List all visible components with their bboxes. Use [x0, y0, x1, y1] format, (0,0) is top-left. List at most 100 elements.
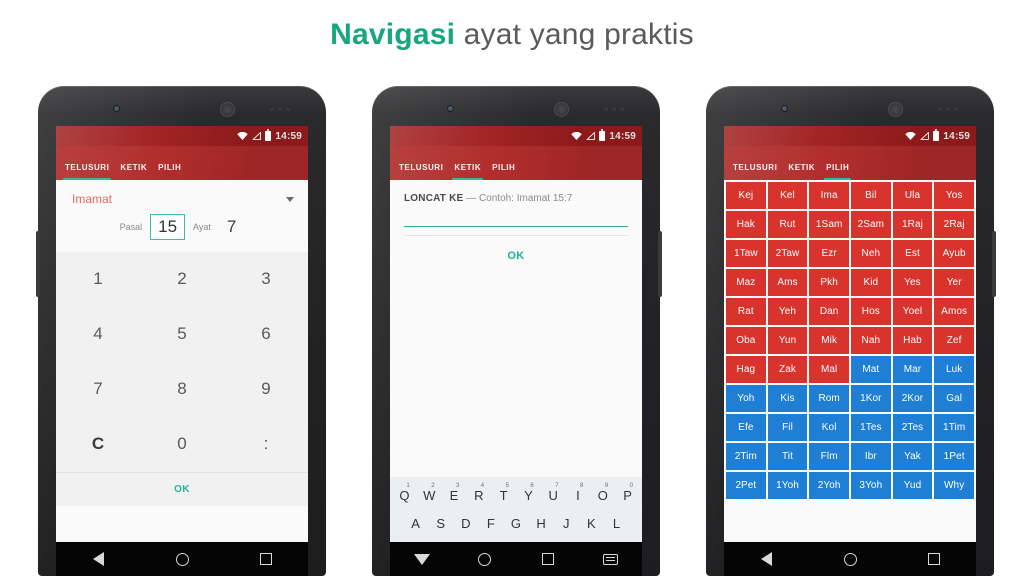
book-tile[interactable]: Yeh — [767, 298, 808, 325]
keypad-key-4[interactable]: 4 — [56, 307, 140, 362]
book-tile[interactable]: Ezr — [809, 240, 849, 267]
key-u[interactable]: 7U — [541, 483, 566, 503]
book-selector[interactable]: Imamat — [56, 180, 308, 210]
keypad-key-6[interactable]: 6 — [224, 307, 308, 362]
book-tile[interactable]: 1Taw — [726, 240, 766, 267]
keypad-key-5[interactable]: 5 — [140, 307, 224, 362]
book-tile[interactable]: 1Raj — [892, 211, 933, 238]
book-tile[interactable]: 3Yoh — [851, 472, 891, 499]
book-tile[interactable]: Tit — [767, 443, 808, 470]
book-tile[interactable]: 1Sam — [809, 211, 849, 238]
tab-ketik[interactable]: KETIK — [452, 163, 492, 180]
book-tile[interactable]: Zak — [767, 356, 808, 383]
book-tile[interactable]: Flm — [809, 443, 849, 470]
book-tile[interactable]: Mal — [809, 356, 849, 383]
book-tile[interactable]: 2Sam — [851, 211, 891, 238]
key-a[interactable]: A — [403, 516, 428, 531]
tab-telusuri[interactable]: TELUSURI — [733, 163, 788, 180]
book-tile[interactable]: Mik — [809, 327, 849, 354]
keypad-key-8[interactable]: 8 — [140, 362, 224, 417]
book-tile[interactable]: Gal — [934, 385, 974, 412]
book-tile[interactable]: 1Yoh — [767, 472, 808, 499]
book-tile[interactable]: Ams — [767, 269, 808, 296]
reference-text-input[interactable] — [404, 226, 628, 227]
nav-hide-keyboard-button[interactable] — [390, 553, 453, 565]
book-tile[interactable]: Neh — [851, 240, 891, 267]
book-tile[interactable]: Bil — [851, 182, 891, 209]
book-tile[interactable]: Hab — [892, 327, 933, 354]
book-tile[interactable]: Rom — [809, 385, 849, 412]
keypad-key-9[interactable]: 9 — [224, 362, 308, 417]
key-s[interactable]: S — [428, 516, 453, 531]
chapter-input[interactable]: 15 — [150, 214, 186, 240]
book-tile[interactable]: Amos — [934, 298, 974, 325]
book-tile[interactable]: Ula — [892, 182, 933, 209]
book-tile[interactable]: Rat — [726, 298, 766, 325]
book-tile[interactable]: 2Kor — [892, 385, 933, 412]
key-q[interactable]: 1Q — [392, 483, 417, 503]
tab-telusuri[interactable]: TELUSURI — [62, 163, 120, 180]
book-tile[interactable]: Ayub — [934, 240, 974, 267]
chevron-down-icon[interactable] — [286, 196, 294, 202]
volume-button-3[interactable] — [992, 231, 996, 297]
book-tile[interactable]: Kej — [726, 182, 766, 209]
keypad-key-1[interactable]: 1 — [56, 252, 140, 307]
key-r[interactable]: 4R — [466, 483, 491, 503]
key-o[interactable]: 9O — [590, 483, 615, 503]
key-l[interactable]: L — [604, 516, 629, 531]
key-i[interactable]: 8I — [566, 483, 591, 503]
book-tile[interactable]: Yoh — [726, 385, 766, 412]
nav-back-button[interactable] — [56, 552, 140, 566]
keypad-key-3[interactable]: 3 — [224, 252, 308, 307]
book-tile[interactable]: 1Tes — [851, 414, 891, 441]
book-tile[interactable]: 1Pet — [934, 443, 974, 470]
keypad-key-colon[interactable]: : — [224, 417, 308, 472]
book-tile[interactable]: Mat — [851, 356, 891, 383]
book-tile[interactable]: 1Kor — [851, 385, 891, 412]
nav-recents-button[interactable] — [224, 553, 308, 565]
book-tile[interactable]: 2Raj — [934, 211, 974, 238]
book-tile[interactable]: Pkh — [809, 269, 849, 296]
nav-home-button[interactable] — [453, 552, 516, 566]
keypad-key-2[interactable]: 2 — [140, 252, 224, 307]
key-w[interactable]: 2W — [417, 483, 442, 503]
book-tile[interactable]: Fil — [767, 414, 808, 441]
book-tile[interactable]: Rut — [767, 211, 808, 238]
book-tile[interactable]: Kol — [809, 414, 849, 441]
keypad-key-7[interactable]: 7 — [56, 362, 140, 417]
book-tile[interactable]: Hos — [851, 298, 891, 325]
book-tile[interactable]: 2Pet — [726, 472, 766, 499]
book-tile[interactable]: Ibr — [851, 443, 891, 470]
book-tile[interactable]: 1Tim — [934, 414, 974, 441]
book-tile[interactable]: Yud — [892, 472, 933, 499]
book-tile[interactable]: Yes — [892, 269, 933, 296]
book-tile[interactable]: 2Yoh — [809, 472, 849, 499]
key-j[interactable]: J — [554, 516, 579, 531]
nav-recents-button[interactable] — [892, 553, 976, 565]
book-tile[interactable]: Ima — [809, 182, 849, 209]
verse-input[interactable]: 7 — [219, 217, 244, 237]
tab-ketik[interactable]: KETIK — [120, 163, 158, 180]
ok-button[interactable]: OK — [174, 484, 190, 495]
book-tile[interactable]: Nah — [851, 327, 891, 354]
key-k[interactable]: K — [579, 516, 604, 531]
ok-button[interactable]: OK — [390, 250, 642, 262]
book-tile[interactable]: Hak — [726, 211, 766, 238]
book-tile[interactable]: Luk — [934, 356, 974, 383]
key-p[interactable]: 0P — [615, 483, 640, 503]
key-d[interactable]: D — [453, 516, 478, 531]
volume-button-2[interactable] — [658, 231, 662, 297]
key-g[interactable]: G — [503, 516, 528, 531]
book-tile[interactable]: Kel — [767, 182, 808, 209]
nav-back-button[interactable] — [724, 552, 808, 566]
book-tile[interactable]: Mar — [892, 356, 933, 383]
book-tile[interactable]: Kid — [851, 269, 891, 296]
volume-button-1[interactable] — [36, 231, 40, 297]
book-tile[interactable]: Maz — [726, 269, 766, 296]
key-h[interactable]: H — [529, 516, 554, 531]
nav-home-button[interactable] — [808, 552, 892, 566]
keypad-key-0[interactable]: 0 — [140, 417, 224, 472]
book-tile[interactable]: 2Taw — [767, 240, 808, 267]
key-y[interactable]: 6Y — [516, 483, 541, 503]
nav-home-button[interactable] — [140, 552, 224, 566]
